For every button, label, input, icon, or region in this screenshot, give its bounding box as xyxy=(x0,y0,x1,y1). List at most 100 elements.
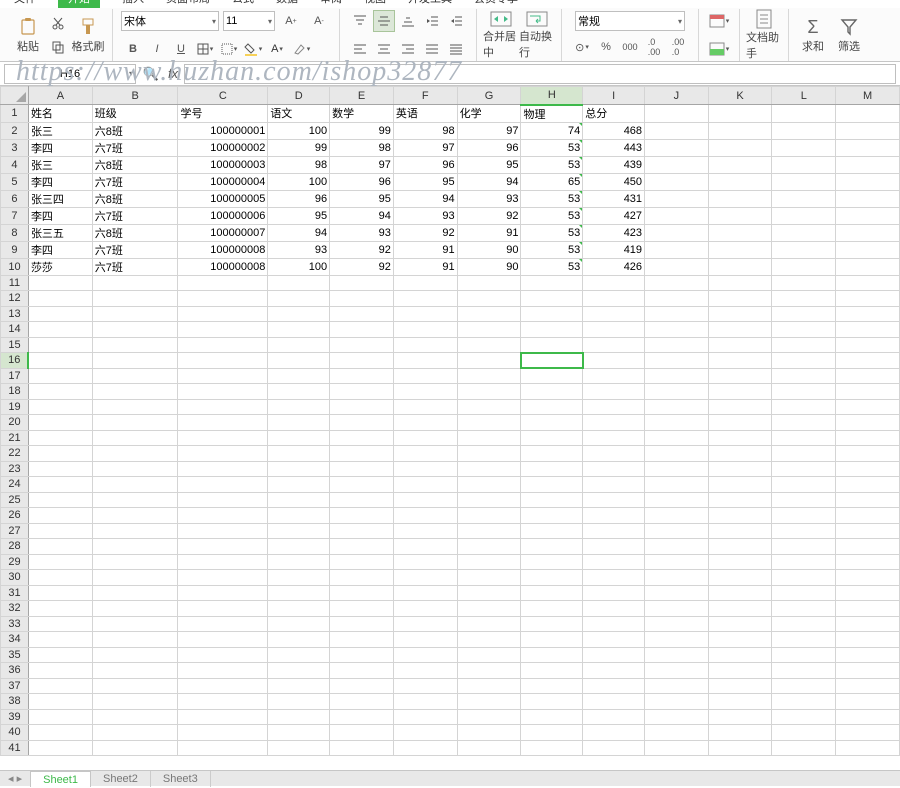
cell-J27[interactable] xyxy=(645,523,709,539)
cell-L40[interactable] xyxy=(772,725,836,741)
cell-A18[interactable] xyxy=(28,384,92,400)
cell-L21[interactable] xyxy=(772,430,836,446)
row-header-9[interactable]: 9 xyxy=(1,241,29,258)
cell-L5[interactable] xyxy=(772,173,836,190)
cell-I40[interactable] xyxy=(583,725,645,741)
cell-E3[interactable]: 98 xyxy=(330,139,394,156)
cell-G22[interactable] xyxy=(457,446,521,462)
cell-C6[interactable]: 100000005 xyxy=(178,190,268,207)
cell-H26[interactable] xyxy=(521,508,583,524)
cell-M16[interactable] xyxy=(836,353,900,369)
cell-B16[interactable] xyxy=(92,353,178,369)
cell-K8[interactable] xyxy=(708,224,772,241)
cell-C33[interactable] xyxy=(178,616,268,632)
cell-B6[interactable]: 六8班 xyxy=(92,190,178,207)
cell-D37[interactable] xyxy=(268,678,330,694)
cell-E15[interactable] xyxy=(330,337,394,353)
cell-B21[interactable] xyxy=(92,430,178,446)
cell-M25[interactable] xyxy=(836,492,900,508)
cell-H29[interactable] xyxy=(521,554,583,570)
cell-B35[interactable] xyxy=(92,647,178,663)
cell-G41[interactable] xyxy=(457,740,521,756)
cell-C17[interactable] xyxy=(178,368,268,384)
cell-I41[interactable] xyxy=(583,740,645,756)
cell-C5[interactable]: 100000004 xyxy=(178,173,268,190)
cell-L27[interactable] xyxy=(772,523,836,539)
cell-E31[interactable] xyxy=(330,585,394,601)
cell-E20[interactable] xyxy=(330,415,394,431)
row-header-7[interactable]: 7 xyxy=(1,207,29,224)
cell-C19[interactable] xyxy=(178,399,268,415)
cell-A24[interactable] xyxy=(28,477,92,493)
cell-L38[interactable] xyxy=(772,694,836,710)
cell-I19[interactable] xyxy=(583,399,645,415)
col-header-D[interactable]: D xyxy=(268,87,330,105)
cell-M8[interactable] xyxy=(836,224,900,241)
cell-J13[interactable] xyxy=(645,306,709,322)
cell-G21[interactable] xyxy=(457,430,521,446)
cell-J24[interactable] xyxy=(645,477,709,493)
cell-M35[interactable] xyxy=(836,647,900,663)
cell-L30[interactable] xyxy=(772,570,836,586)
row-header-8[interactable]: 8 xyxy=(1,224,29,241)
cell-J36[interactable] xyxy=(645,663,709,679)
cell-F37[interactable] xyxy=(393,678,457,694)
number-format-combo[interactable]: 常规▾ xyxy=(575,11,685,31)
cell-G8[interactable]: 91 xyxy=(457,224,521,241)
cell-B33[interactable] xyxy=(92,616,178,632)
cell-C15[interactable] xyxy=(178,337,268,353)
menu-tab-7[interactable]: 视图 xyxy=(364,0,386,8)
col-header-J[interactable]: J xyxy=(645,87,709,105)
cell-I15[interactable] xyxy=(583,337,645,353)
cell-B34[interactable] xyxy=(92,632,178,648)
cell-G6[interactable]: 93 xyxy=(457,190,521,207)
cell-K41[interactable] xyxy=(708,740,772,756)
cell-F20[interactable] xyxy=(393,415,457,431)
cell-K37[interactable] xyxy=(708,678,772,694)
col-header-I[interactable]: I xyxy=(583,87,645,105)
cell-K35[interactable] xyxy=(708,647,772,663)
cell-J23[interactable] xyxy=(645,461,709,477)
increase-decimal-button[interactable]: .0.00 xyxy=(643,36,665,58)
cell-M4[interactable] xyxy=(836,156,900,173)
cell-K18[interactable] xyxy=(708,384,772,400)
cell-H1[interactable]: 物理 xyxy=(521,105,583,123)
align-justify-button[interactable] xyxy=(421,38,443,60)
cell-L13[interactable] xyxy=(772,306,836,322)
cell-K40[interactable] xyxy=(708,725,772,741)
cell-B29[interactable] xyxy=(92,554,178,570)
cell-M3[interactable] xyxy=(836,139,900,156)
cell-J30[interactable] xyxy=(645,570,709,586)
cell-K38[interactable] xyxy=(708,694,772,710)
cell-A13[interactable] xyxy=(28,306,92,322)
cell-I26[interactable] xyxy=(583,508,645,524)
cell-F17[interactable] xyxy=(393,368,457,384)
cell-I38[interactable] xyxy=(583,694,645,710)
sheet-nav[interactable]: ◂ ▸ xyxy=(0,772,30,785)
cell-D15[interactable] xyxy=(268,337,330,353)
cell-C7[interactable]: 100000006 xyxy=(178,207,268,224)
row-header-1[interactable]: 1 xyxy=(1,105,29,123)
row-header-38[interactable]: 38 xyxy=(1,694,29,710)
cell-M36[interactable] xyxy=(836,663,900,679)
cell-C10[interactable]: 100000008 xyxy=(178,258,268,275)
cell-style-button[interactable]: ▾ xyxy=(706,38,732,60)
row-header-36[interactable]: 36 xyxy=(1,663,29,679)
copy-button[interactable] xyxy=(47,36,69,58)
cell-G7[interactable]: 92 xyxy=(457,207,521,224)
cell-A33[interactable] xyxy=(28,616,92,632)
align-middle-button[interactable] xyxy=(373,10,395,32)
cell-H20[interactable] xyxy=(521,415,583,431)
cell-B1[interactable]: 班级 xyxy=(92,105,178,123)
row-header-25[interactable]: 25 xyxy=(1,492,29,508)
cell-F8[interactable]: 92 xyxy=(393,224,457,241)
cell-E18[interactable] xyxy=(330,384,394,400)
align-distribute-button[interactable] xyxy=(445,38,467,60)
cell-K22[interactable] xyxy=(708,446,772,462)
cell-H31[interactable] xyxy=(521,585,583,601)
cell-I27[interactable] xyxy=(583,523,645,539)
cell-A25[interactable] xyxy=(28,492,92,508)
row-header-21[interactable]: 21 xyxy=(1,430,29,446)
cell-J25[interactable] xyxy=(645,492,709,508)
shrink-font-button[interactable]: A- xyxy=(308,10,330,32)
